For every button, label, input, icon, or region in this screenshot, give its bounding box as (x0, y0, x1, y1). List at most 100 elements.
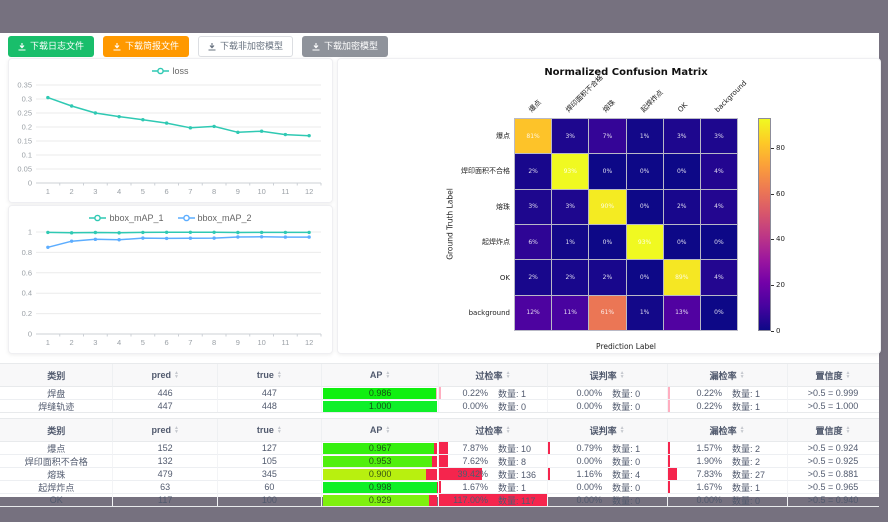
rate-percent: 1.67% (439, 482, 493, 492)
download-plain-model-button[interactable]: 下载非加密模型 (198, 36, 293, 57)
column-header-cls: 类别 (0, 419, 113, 442)
metrics-tables: 类别pred▲▼true▲▼AP▲▼过检率▲▼误判率▲▼漏检率▲▼置信度▲▼焊盘… (0, 363, 879, 512)
rate-count: 数量: 0 (607, 387, 666, 400)
svg-text:7: 7 (188, 338, 192, 347)
column-header-ap[interactable]: AP▲▼ (322, 364, 440, 387)
matrix-cell: 3% (664, 119, 700, 153)
cell-true: 60 (218, 481, 322, 494)
download-log-button[interactable]: 下载日志文件 (8, 36, 94, 57)
cell-ap: 0.998 (322, 481, 440, 494)
rate-percent: 1.16% (548, 469, 607, 479)
rate-count: 数量: 0 (607, 400, 666, 412)
column-header-true[interactable]: true▲▼ (218, 419, 322, 442)
ap-bar-track: 0.953 (323, 456, 438, 467)
ap-bar-track: 1.000 (323, 401, 438, 412)
legend-item-bbox_mAP_2[interactable]: bbox_mAP_2 (178, 213, 252, 223)
button-label: 下载日志文件 (30, 37, 84, 56)
svg-text:0.25: 0.25 (17, 109, 32, 118)
colorbar-tick (771, 148, 774, 149)
column-header-ap[interactable]: AP▲▼ (322, 419, 440, 442)
cell-mis: 0.79%数量: 1 (548, 442, 668, 455)
column-header-true[interactable]: true▲▼ (218, 364, 322, 387)
loss-chart-legend: loss (9, 62, 332, 80)
rate-percent: 0.00% (548, 482, 607, 492)
matrix-cell: 0% (664, 225, 700, 259)
column-header-pred[interactable]: pred▲▼ (113, 364, 218, 387)
matrix-cell: 61% (589, 296, 625, 330)
cell-true: 447 (218, 387, 322, 400)
rate-percent: 1.90% (668, 456, 727, 466)
cell-conf: >0.5 = 0.881 (788, 468, 879, 481)
svg-text:0.8: 0.8 (22, 248, 32, 257)
matrix-cell: 0% (627, 190, 663, 224)
button-label: 下载加密模型 (324, 37, 378, 56)
matrix-column-label: 焊印面积不合格 (564, 74, 604, 114)
column-header-label: 误判率 (590, 369, 617, 382)
legend-label: bbox_mAP_1 (109, 213, 163, 223)
column-header-pred[interactable]: pred▲▼ (113, 419, 218, 442)
colorbar-tick (771, 239, 774, 240)
matrix-cell: 3% (701, 119, 737, 153)
table-row: 起焊炸点63600.9981.67%数量: 10.00%数量: 01.67%数量… (0, 481, 879, 494)
ap-bar-track: 0.967 (323, 443, 438, 454)
svg-text:1: 1 (46, 338, 50, 347)
legend-item-bbox_mAP_1[interactable]: bbox_mAP_1 (89, 213, 163, 223)
column-header-label: pred (151, 425, 171, 435)
svg-text:8: 8 (212, 187, 216, 196)
svg-text:0: 0 (28, 330, 32, 339)
svg-text:8: 8 (212, 338, 216, 347)
colorbar-tick-label: 80 (776, 144, 785, 152)
cell-conf: >0.5 = 1.000 (788, 400, 879, 412)
legend-label: loss (172, 66, 188, 76)
ap-value: 0.953 (323, 456, 438, 467)
rate-count: 数量: 4 (607, 468, 666, 481)
cell-mis: 0.00%数量: 0 (548, 455, 668, 468)
matrix-column-label: 爆点 (527, 98, 543, 114)
cell-mis: 0.00%数量: 0 (548, 494, 668, 506)
column-header-miss[interactable]: 漏检率▲▼ (668, 419, 788, 442)
column-header-over[interactable]: 过检率▲▼ (439, 364, 547, 387)
cell-pred: 447 (113, 400, 218, 412)
matrix-column-label: 起焊炸点 (639, 89, 664, 114)
column-header-label: AP (370, 370, 383, 380)
sort-icon: ▲▼ (506, 426, 511, 434)
column-header-over[interactable]: 过检率▲▼ (439, 419, 547, 442)
cell-ap: 0.953 (322, 455, 440, 468)
legend-item-loss[interactable]: loss (152, 66, 188, 76)
sort-icon: ▲▼ (620, 371, 625, 379)
matrix-column-label: background (714, 79, 749, 114)
download-encrypted-model-button[interactable]: 下载加密模型 (302, 36, 388, 57)
colorbar-tick-label: 20 (776, 281, 785, 289)
rate-percent: 0.00% (548, 388, 607, 398)
svg-text:0.4: 0.4 (22, 289, 32, 298)
rate-text: 0.00%数量: 0 (548, 494, 667, 506)
rate-percent: 0.00% (548, 456, 607, 466)
matrix-row-label: OK (410, 274, 510, 282)
cell-miss: 1.57%数量: 2 (668, 442, 788, 455)
matrix-cell: 3% (552, 190, 588, 224)
ap-value: 0.929 (323, 495, 438, 506)
download-report-button[interactable]: 下载简报文件 (103, 36, 189, 57)
column-header-miss[interactable]: 漏检率▲▼ (668, 364, 788, 387)
svg-text:10: 10 (257, 187, 265, 196)
table-row: 熔珠4793450.90039.42%数量: 1361.16%数量: 47.83… (0, 468, 879, 481)
rate-text: 0.00%数量: 0 (548, 400, 667, 412)
matrix-cell: 0% (627, 154, 663, 188)
column-header-conf[interactable]: 置信度▲▼ (788, 364, 879, 387)
map-chart-card: bbox_mAP_1bbox_mAP_2 00.20.40.60.8112345… (8, 205, 333, 354)
column-header-mis[interactable]: 误判率▲▼ (548, 419, 668, 442)
cell-ap: 0.929 (322, 494, 440, 506)
column-header-mis[interactable]: 误判率▲▼ (548, 364, 668, 387)
cell-true: 127 (218, 442, 322, 455)
rate-percent: 0.79% (548, 443, 607, 453)
rate-percent: 7.62% (439, 456, 493, 466)
cell-conf: >0.5 = 0.925 (788, 455, 879, 468)
matrix-x-axis-label: Prediction Label (514, 342, 738, 351)
matrix-column-label: OK (676, 101, 689, 114)
matrix-cell: 1% (627, 296, 663, 330)
svg-text:10: 10 (257, 338, 265, 347)
column-header-conf[interactable]: 置信度▲▼ (788, 419, 879, 442)
rate-text: 0.22%数量: 1 (668, 387, 787, 400)
table-row: 焊印面积不合格1321050.9537.62%数量: 80.00%数量: 01.… (0, 455, 879, 468)
rate-text: 117.00%数量: 117 (439, 494, 546, 506)
